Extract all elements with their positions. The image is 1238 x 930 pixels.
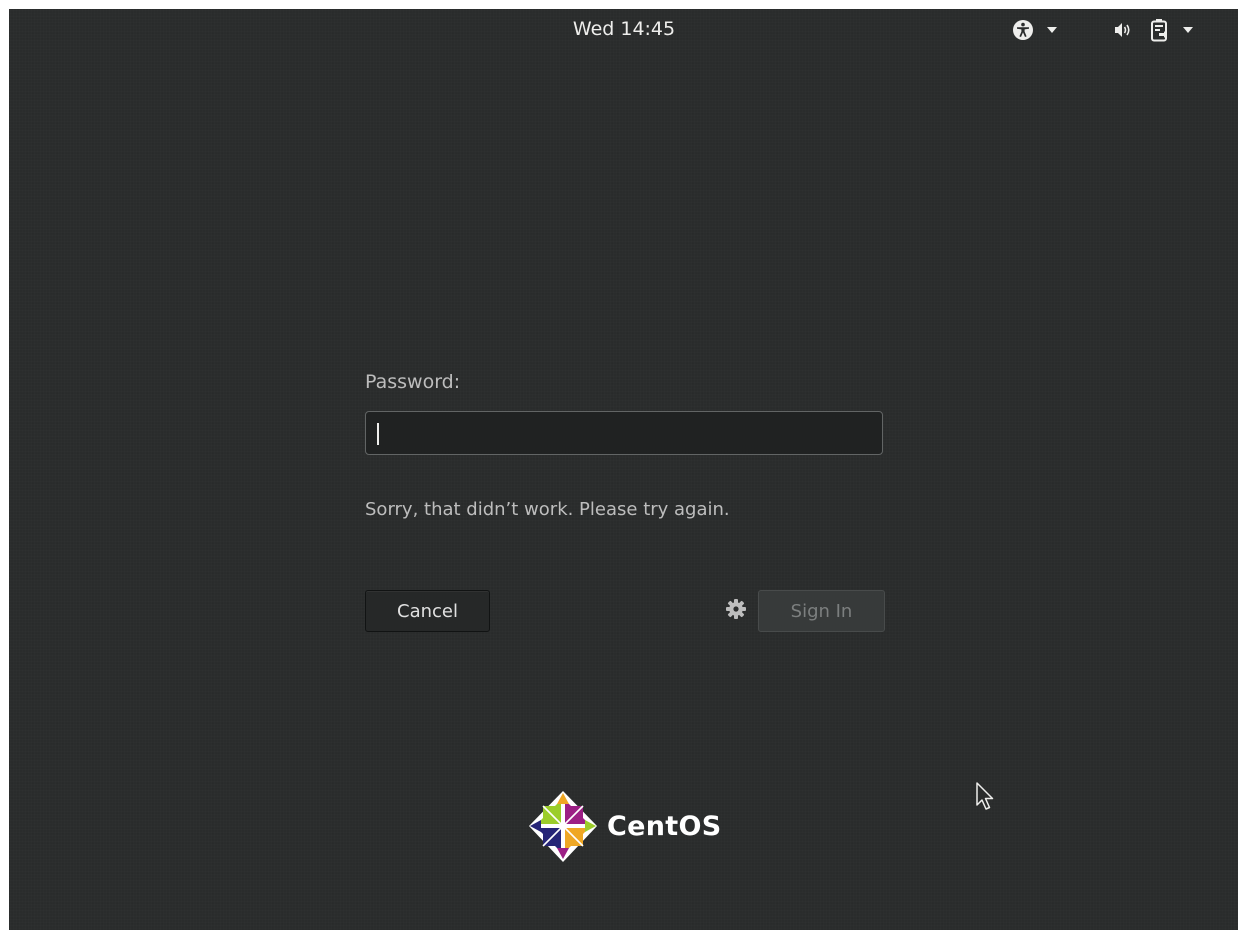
login-screen: Wed 14:45 Password: Sorry, that didn’t w… — [9, 9, 1238, 930]
volume-icon — [1113, 21, 1133, 39]
password-input[interactable] — [365, 411, 883, 455]
dropdown-arrow-icon — [1046, 26, 1058, 34]
session-options-button[interactable] — [723, 598, 749, 624]
password-label: Password: — [365, 371, 461, 393]
mouse-pointer-icon — [975, 781, 997, 815]
centos-logo-icon — [527, 789, 599, 863]
text-cursor — [377, 423, 379, 445]
accessibility-menu[interactable] — [1012, 17, 1058, 43]
distributor-logo: CentOS — [527, 789, 721, 863]
gear-icon — [725, 598, 747, 624]
clock[interactable]: Wed 14:45 — [529, 17, 719, 41]
centos-wordmark: CentOS — [607, 810, 722, 842]
system-menu[interactable] — [1113, 17, 1194, 43]
top-bar: Wed 14:45 — [9, 9, 1238, 49]
error-message: Sorry, that didn’t work. Please try agai… — [365, 499, 730, 520]
battery-icon — [1150, 18, 1168, 42]
cancel-button[interactable]: Cancel — [365, 590, 490, 632]
accessibility-icon — [1012, 19, 1034, 41]
dropdown-arrow-icon — [1182, 26, 1194, 34]
sign-in-button[interactable]: Sign In — [758, 590, 885, 632]
